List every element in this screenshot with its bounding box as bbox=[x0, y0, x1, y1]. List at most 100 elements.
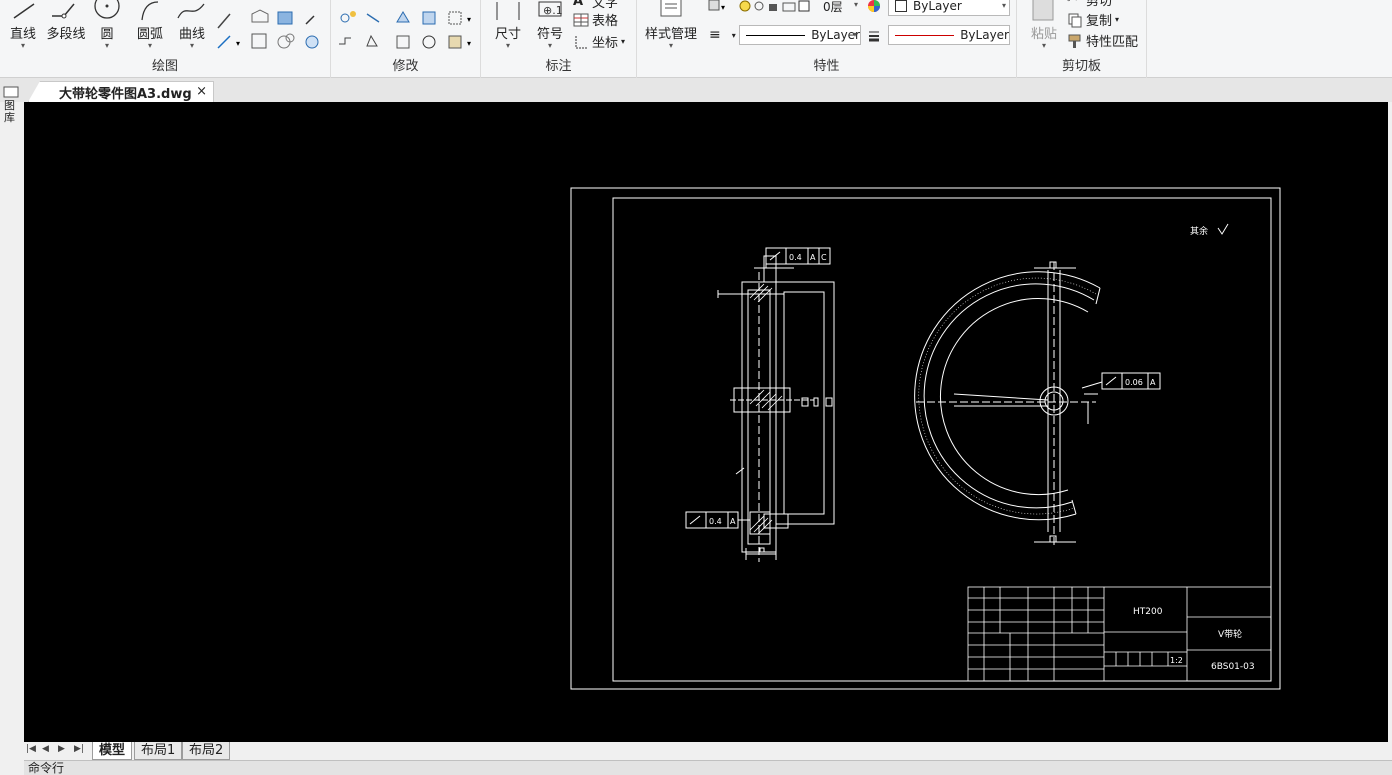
boundary-icon[interactable] bbox=[277, 33, 295, 49]
polyline-button[interactable]: 多段线 bbox=[44, 0, 88, 42]
close-icon[interactable]: × bbox=[196, 84, 207, 99]
panel-draw-title: 绘图 bbox=[151, 59, 178, 74]
document-tab[interactable]: 大带轮零件图A3.dwg × bbox=[28, 81, 214, 102]
symbol-button[interactable]: ⊕.1 符号 ▾ bbox=[533, 0, 567, 50]
table-icon bbox=[573, 13, 589, 26]
array-icon[interactable] bbox=[396, 11, 410, 23]
command-line-label: 命令行 bbox=[28, 761, 65, 775]
chevron-down-icon: ▾ bbox=[853, 0, 858, 9]
style-manager-label: 样式管理 bbox=[644, 27, 697, 42]
svg-text:▾: ▾ bbox=[236, 39, 240, 48]
drawing-canvas[interactable]: 其余 0.4 A C 0.4 A 0.06 A HT200 V带轮 6BS01-… bbox=[24, 102, 1388, 742]
chevron-down-icon: ▾ bbox=[547, 41, 552, 50]
sheet-outer-border bbox=[570, 187, 1281, 690]
color-swatch-icon bbox=[895, 0, 907, 12]
panel-annotate-title: 标注 bbox=[545, 59, 572, 74]
offset-icon[interactable] bbox=[366, 34, 378, 47]
line-button[interactable]: 直线 ▾ bbox=[6, 0, 40, 50]
color-select-value: ByLayer bbox=[913, 0, 962, 13]
chevron-down-icon: ▾ bbox=[505, 41, 510, 50]
tolerance-datum-top-2: C bbox=[821, 253, 827, 262]
svg-text:▾: ▾ bbox=[721, 3, 725, 12]
layer-manager-icon[interactable]: ▾ bbox=[708, 0, 725, 12]
modify-tools: ▾ ▾ bbox=[339, 11, 471, 49]
lineweight-select-value: ByLayer bbox=[960, 28, 1009, 42]
trim-icon[interactable] bbox=[366, 13, 380, 23]
linetype-select[interactable]: ByLayer ▾ bbox=[739, 25, 861, 45]
wipeout-icon[interactable] bbox=[305, 35, 319, 49]
tab-model[interactable]: 模型 bbox=[92, 742, 133, 760]
fillet-icon[interactable] bbox=[396, 35, 410, 49]
style-manager-icon bbox=[660, 0, 682, 17]
region-icon[interactable] bbox=[251, 9, 269, 23]
table-button[interactable]: 表格 bbox=[573, 10, 618, 29]
tolerance-datum-bottom: A bbox=[730, 517, 736, 526]
color-swatch-icon[interactable] bbox=[798, 0, 810, 12]
symbol-label: 符号 bbox=[536, 27, 563, 42]
first-layout-icon[interactable]: |◀ bbox=[26, 744, 36, 754]
point-icon[interactable] bbox=[305, 15, 315, 25]
chevron-down-icon: ▾ bbox=[852, 30, 857, 39]
next-layout-icon[interactable]: ▶ bbox=[58, 744, 65, 754]
tolerance-value-top: 0.4 bbox=[789, 253, 802, 262]
mirror-icon[interactable] bbox=[339, 37, 351, 45]
copy-button[interactable]: 复制 ▾ bbox=[1067, 10, 1119, 29]
scale-icon[interactable] bbox=[422, 11, 436, 25]
panel-modify: ▾ ▾ 修改 bbox=[331, 0, 481, 78]
cut-label: 剪切 bbox=[1086, 0, 1113, 9]
symbol-icon: ⊕.1 bbox=[538, 1, 563, 17]
last-layout-icon[interactable]: ▶| bbox=[74, 744, 84, 754]
chevron-down-icon: ▾ bbox=[1001, 1, 1006, 10]
dimension-label: 尺寸 bbox=[494, 27, 521, 42]
explode-icon[interactable]: ▾ bbox=[448, 11, 471, 25]
title-block-part-name: V带轮 bbox=[1218, 628, 1242, 640]
construction-line-icon[interactable]: ▾ bbox=[217, 35, 240, 49]
arc-button[interactable]: 圆弧 ▾ bbox=[132, 0, 168, 50]
polyline-label: 多段线 bbox=[46, 27, 86, 42]
coordinate-button[interactable]: 坐标 ▾ bbox=[573, 32, 625, 51]
lineweight-list-icon: ≡ bbox=[709, 27, 721, 43]
color-wheel-icon[interactable] bbox=[866, 0, 882, 14]
circle-button[interactable]: 圆 ▾ bbox=[92, 0, 122, 50]
match-properties-button[interactable]: 特性匹配 bbox=[1067, 31, 1138, 50]
lock-icon[interactable] bbox=[769, 4, 777, 11]
linetype-scale-button[interactable]: ≡ ▾ bbox=[709, 27, 736, 43]
polyline-icon bbox=[52, 3, 75, 19]
sun-icon[interactable] bbox=[754, 1, 764, 11]
paste-button[interactable]: 粘贴 ▾ bbox=[1027, 0, 1061, 50]
tab-layout1[interactable]: 布局1 bbox=[134, 742, 183, 760]
dimension-button[interactable]: 尺寸 ▾ bbox=[491, 0, 525, 50]
ray-icon[interactable] bbox=[217, 13, 231, 29]
curve-label: 曲线 bbox=[178, 27, 205, 42]
cut-button[interactable]: ✂ 剪切 bbox=[1067, 0, 1112, 9]
layer-select[interactable]: 0层 ▾ bbox=[821, 0, 861, 16]
bulb-icon[interactable] bbox=[739, 0, 751, 12]
panel-clipboard-title: 剪切板 bbox=[1061, 59, 1101, 74]
library-label: 图库 bbox=[4, 99, 15, 124]
lineweight-preview bbox=[895, 34, 955, 36]
library-strip[interactable]: 图库 bbox=[0, 86, 22, 136]
svg-text:▾: ▾ bbox=[467, 39, 471, 48]
roughness-note: 其余 bbox=[1190, 225, 1208, 237]
printer-icon[interactable] bbox=[782, 2, 796, 12]
tab-layout2[interactable]: 布局2 bbox=[182, 742, 231, 760]
roughness-check-icon bbox=[1217, 223, 1229, 235]
hatch-icon[interactable] bbox=[277, 11, 293, 25]
linetype-preview bbox=[746, 34, 806, 36]
panel-clipboard: 粘贴 ▾ ✂ 剪切 复制 ▾ 特性匹配 剪切板 bbox=[1017, 0, 1147, 78]
title-block-drawing-no: 6BS01-03 bbox=[1211, 662, 1255, 672]
arc-label: 圆弧 bbox=[136, 27, 163, 42]
prev-layout-icon[interactable]: ◀ bbox=[42, 744, 49, 754]
command-line[interactable]: 命令行 bbox=[24, 760, 1392, 775]
stretch-icon[interactable]: ▾ bbox=[448, 35, 471, 49]
color-select[interactable]: ByLayer ▾ bbox=[888, 0, 1010, 16]
panel-properties-title: 特性 bbox=[813, 59, 840, 74]
rotate-icon[interactable] bbox=[422, 35, 436, 49]
style-manager-button[interactable]: 样式管理 ▾ bbox=[643, 0, 699, 50]
move-icon[interactable] bbox=[340, 11, 356, 23]
rectangle-icon[interactable] bbox=[251, 33, 267, 49]
lineweight-select[interactable]: ByLayer bbox=[888, 25, 1010, 45]
brush-icon bbox=[1068, 34, 1081, 48]
curve-button[interactable]: 曲线 ▾ bbox=[174, 0, 210, 50]
curve-icon bbox=[177, 3, 205, 19]
